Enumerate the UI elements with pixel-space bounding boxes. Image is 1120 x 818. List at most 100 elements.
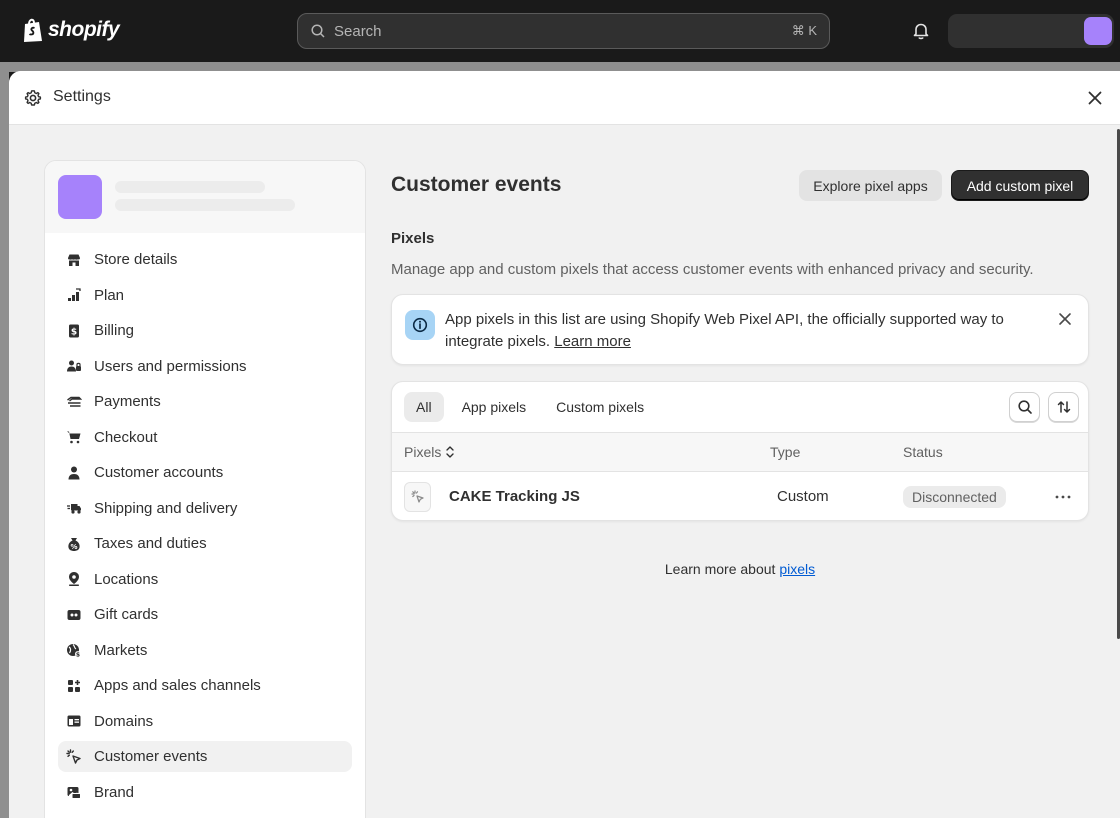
sort-button[interactable] <box>1048 392 1079 422</box>
column-pixels-label: Pixels <box>404 444 442 460</box>
store-header[interactable] <box>45 161 365 233</box>
svg-text:$: $ <box>76 652 80 659</box>
tab-all[interactable]: All <box>404 392 444 422</box>
sidebar-item-customer-accounts[interactable]: Customer accounts <box>58 457 352 488</box>
brand-icon <box>66 784 82 800</box>
sort-arrows-icon <box>446 446 455 458</box>
sidebar-item-label: Plan <box>94 286 125 304</box>
filter-tabs: All App pixels Custom pixels <box>404 392 656 422</box>
modal-header: Settings <box>9 71 1120 125</box>
add-custom-pixel-button[interactable]: Add custom pixel <box>951 170 1089 201</box>
store-name-redacted <box>115 181 265 193</box>
billing-icon: $ <box>66 323 82 339</box>
settings-modal: Settings Store details Plan $ Billing Users … <box>9 71 1120 818</box>
gift-card-icon <box>66 607 82 623</box>
shopify-bag-icon <box>24 18 42 42</box>
sidebar-item-label: Payments <box>94 393 161 410</box>
sidebar-item-payments[interactable]: Payments <box>58 386 352 417</box>
search-placeholder: Search <box>334 22 382 40</box>
tab-custom-pixels[interactable]: Custom pixels <box>544 392 656 422</box>
search-shortcut: ⌘ K <box>791 23 817 38</box>
banner-text: App pixels in this list are using Shopif… <box>445 309 1045 353</box>
logo-text: shopify <box>48 18 120 41</box>
search-input[interactable]: Search ⌘ K <box>297 13 830 49</box>
sidebar-item-customer-events[interactable]: Customer events <box>58 741 352 772</box>
pixels-link[interactable]: pixels <box>779 561 815 577</box>
more-actions-button[interactable] <box>1052 488 1074 506</box>
footer-note: Learn more about pixels <box>391 561 1089 577</box>
footer-text: Learn more about <box>664 561 776 577</box>
sidebar-item-plan[interactable]: Plan <box>58 280 352 311</box>
sidebar-item-label: Gift cards <box>94 606 159 623</box>
table-header: Pixels Type Status <box>392 432 1088 472</box>
pixel-name[interactable]: CAKE Tracking JS <box>449 488 580 505</box>
close-icon[interactable] <box>1056 310 1074 328</box>
table-row[interactable]: CAKE Tracking JS Custom Disconnected <box>392 472 1088 520</box>
sidebar-item-markets[interactable]: $ Markets <box>58 635 352 666</box>
svg-text:%: % <box>70 543 77 551</box>
sidebar-item-label: Brand <box>94 783 135 801</box>
sidebar-item-label: Checkout <box>94 428 158 446</box>
account-menu[interactable] <box>948 14 1114 48</box>
pixels-card: All App pixels Custom pixels Pixels Type… <box>391 381 1089 521</box>
section-title: Pixels <box>391 230 435 247</box>
top-bar: shopify Search ⌘ K <box>0 0 1120 62</box>
sort-icon <box>1057 401 1070 413</box>
sidebar-item-shipping-and-delivery[interactable]: Shipping and delivery <box>58 493 352 524</box>
plan-icon <box>66 287 82 303</box>
gear-icon <box>24 90 42 106</box>
sidebar-item-taxes-and-duties[interactable]: % Taxes and duties <box>58 528 352 559</box>
sidebar-item-brand[interactable]: Brand <box>58 777 352 808</box>
learn-more-link[interactable]: Learn more <box>554 333 631 350</box>
avatar <box>1084 17 1112 45</box>
truck-icon <box>66 500 82 516</box>
sidebar-item-billing[interactable]: $ Billing <box>58 315 352 346</box>
store-url-redacted <box>115 199 295 211</box>
sidebar-item-locations[interactable]: Locations <box>58 564 352 595</box>
pixel-type: Custom <box>777 488 829 505</box>
bell-icon[interactable] <box>911 21 931 41</box>
apps-icon <box>66 678 82 694</box>
sidebar-item-label: Customer accounts <box>94 464 224 481</box>
sidebar-item-label: Billing <box>94 322 135 339</box>
sidebar-item-label: Domains <box>94 712 154 730</box>
cursor-click-icon <box>66 748 82 765</box>
sidebar-item-gift-cards[interactable]: Gift cards <box>58 599 352 630</box>
explore-pixel-apps-button[interactable]: Explore pixel apps <box>799 170 942 201</box>
close-icon[interactable] <box>1085 88 1105 108</box>
search-button[interactable] <box>1009 392 1040 422</box>
info-banner: App pixels in this list are using Shopif… <box>391 294 1089 365</box>
more-horizontal-icon <box>1055 495 1071 499</box>
column-type: Type <box>770 444 801 460</box>
sidebar-item-label: Markets <box>94 641 148 659</box>
tax-icon: % <box>66 536 82 552</box>
store-icon <box>66 252 82 268</box>
status-badge: Disconnected <box>903 486 1006 508</box>
info-icon <box>405 310 435 340</box>
banner-message: App pixels in this list are using Shopif… <box>445 311 1004 350</box>
users-icon <box>66 358 82 374</box>
sidebar-item-checkout[interactable]: Checkout <box>58 422 352 453</box>
sidebar-item-store-details[interactable]: Store details <box>58 244 352 275</box>
cursor-click-icon <box>410 490 424 503</box>
svg-text:$: $ <box>71 327 77 337</box>
location-icon <box>66 571 82 587</box>
tab-app-pixels[interactable]: App pixels <box>450 392 539 422</box>
column-status: Status <box>903 444 943 460</box>
sidebar-item-label: Taxes and duties <box>94 535 207 552</box>
column-pixels[interactable]: Pixels <box>404 444 455 460</box>
settings-sidebar: Store details Plan $ Billing Users and permi… <box>44 160 366 818</box>
sidebar-item-apps-and-sales-channels[interactable]: Apps and sales channels <box>58 670 352 701</box>
person-icon <box>66 465 82 481</box>
sidebar-item-domains[interactable]: Domains <box>58 706 352 737</box>
sidebar-item-label: Locations <box>94 570 159 588</box>
backdrop-left <box>0 62 9 818</box>
shopify-logo[interactable]: shopify <box>22 17 120 43</box>
globe-icon: $ <box>66 642 82 658</box>
sidebar-item-label: Users and permissions <box>94 357 247 375</box>
sidebar-nav: Store details Plan $ Billing Users and permi… <box>58 244 352 812</box>
domains-icon <box>66 713 82 729</box>
section-description: Manage app and custom pixels that access… <box>391 261 1034 278</box>
sidebar-item-users-and-permissions[interactable]: Users and permissions <box>58 351 352 382</box>
sidebar-item-label: Store details <box>94 251 178 268</box>
